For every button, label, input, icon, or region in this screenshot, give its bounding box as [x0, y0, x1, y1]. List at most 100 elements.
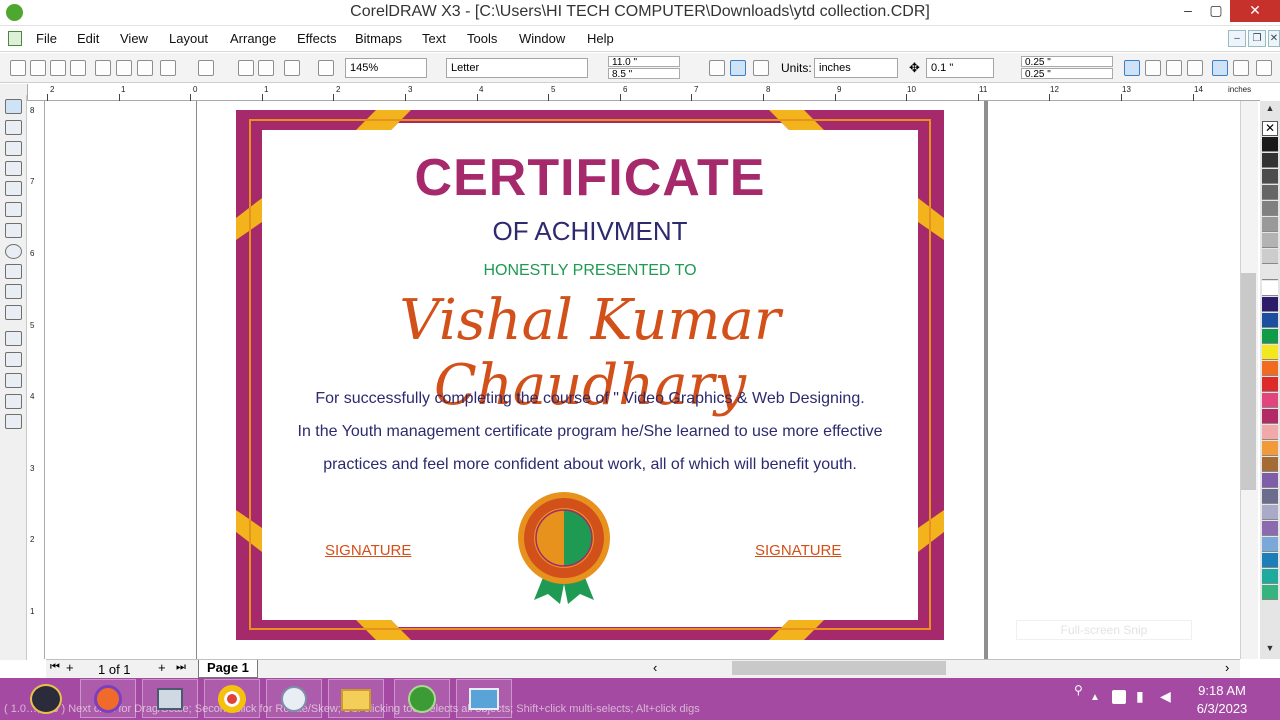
- taskbar-chrome-icon[interactable]: [204, 679, 260, 718]
- taskbar-photos-icon[interactable]: [456, 679, 512, 718]
- menu-layout[interactable]: Layout: [169, 31, 208, 46]
- menu-file[interactable]: File: [36, 31, 57, 46]
- paper-type-select[interactable]: Letter: [446, 58, 588, 78]
- taskbar-coreldraw-icon[interactable]: [394, 679, 450, 718]
- first-page-icon[interactable]: ⏮: [50, 661, 60, 674]
- color-swatch[interactable]: [1262, 361, 1278, 376]
- color-swatch[interactable]: [1262, 489, 1278, 504]
- color-swatch[interactable]: [1262, 217, 1278, 232]
- color-swatch[interactable]: [1262, 137, 1278, 152]
- menu-bitmaps[interactable]: Bitmaps: [355, 31, 402, 46]
- clock-date[interactable]: 6/3/2023: [1196, 701, 1248, 716]
- color-swatch[interactable]: [1262, 281, 1278, 296]
- crop-tool-icon[interactable]: [5, 141, 22, 156]
- basic-shapes-tool-icon[interactable]: [5, 284, 22, 299]
- color-swatch[interactable]: [1262, 409, 1278, 424]
- zoom-levels-select[interactable]: 145%: [345, 58, 427, 78]
- tray-network-icon[interactable]: ⚲: [1074, 683, 1090, 697]
- menu-effects[interactable]: Effects: [297, 31, 337, 46]
- outline-tool-icon[interactable]: [5, 373, 22, 388]
- nudge-offset-field[interactable]: 0.1 ": [926, 58, 994, 78]
- text-tool-icon[interactable]: [5, 305, 22, 320]
- add-page-after-icon[interactable]: +: [158, 660, 166, 675]
- doc-restore-button[interactable]: ❐: [1248, 30, 1266, 47]
- ellipse-tool-icon[interactable]: [5, 244, 22, 259]
- color-swatch[interactable]: [1262, 345, 1278, 360]
- portrait-icon[interactable]: [709, 60, 725, 76]
- color-swatch[interactable]: [1262, 553, 1278, 568]
- color-swatch[interactable]: [1262, 313, 1278, 328]
- color-swatch[interactable]: [1262, 169, 1278, 184]
- tray-expand-icon[interactable]: ▲: [1090, 692, 1100, 703]
- horizontal-scroll-thumb[interactable]: [732, 661, 946, 675]
- tools-options-icon[interactable]: [1256, 60, 1272, 76]
- color-swatch[interactable]: [1262, 585, 1278, 600]
- clock-time[interactable]: 9:18 AM: [1196, 683, 1248, 698]
- color-swatch[interactable]: [1262, 201, 1278, 216]
- color-swatch[interactable]: [1262, 521, 1278, 536]
- interactive-fill-tool-icon[interactable]: [5, 414, 22, 429]
- copy-icon[interactable]: [116, 60, 132, 76]
- color-swatch[interactable]: [1262, 297, 1278, 312]
- color-swatch[interactable]: [1262, 441, 1278, 456]
- start-button[interactable]: [18, 679, 74, 718]
- application-launcher-icon[interactable]: [284, 60, 300, 76]
- color-swatch[interactable]: [1262, 329, 1278, 344]
- taskbar-firefox-icon[interactable]: [80, 679, 136, 718]
- pick-tool-icon[interactable]: [5, 99, 22, 114]
- doc-minimize-button[interactable]: –: [1228, 30, 1246, 47]
- color-swatch[interactable]: [1262, 393, 1278, 408]
- color-swatch[interactable]: [1262, 457, 1278, 472]
- color-swatch[interactable]: [1262, 505, 1278, 520]
- vertical-scroll-thumb[interactable]: [1241, 273, 1256, 490]
- palette-scroll-up-icon[interactable]: ▲: [1262, 103, 1278, 117]
- print-icon[interactable]: [70, 60, 86, 76]
- snap-to-guidelines-icon[interactable]: [1145, 60, 1161, 76]
- scroll-right-icon[interactable]: ›: [1225, 660, 1229, 675]
- menu-window[interactable]: Window: [519, 31, 565, 46]
- color-swatch[interactable]: [1262, 249, 1278, 264]
- fill-tool-icon[interactable]: [5, 394, 22, 409]
- paper-width-field[interactable]: 11.0 ": [608, 56, 680, 68]
- eyedropper-tool-icon[interactable]: [5, 352, 22, 367]
- no-color-swatch[interactable]: ✕: [1262, 121, 1278, 136]
- menu-help[interactable]: Help: [587, 31, 614, 46]
- color-swatch[interactable]: [1262, 233, 1278, 248]
- open-icon[interactable]: [30, 60, 46, 76]
- export-icon[interactable]: [258, 60, 274, 76]
- color-swatch[interactable]: [1262, 377, 1278, 392]
- corel-online-icon[interactable]: [318, 60, 334, 76]
- menu-text[interactable]: Text: [422, 31, 446, 46]
- menu-view[interactable]: View: [120, 31, 148, 46]
- color-swatch[interactable]: [1262, 537, 1278, 552]
- snap-to-grid-icon[interactable]: [1124, 60, 1140, 76]
- document-icon[interactable]: [8, 31, 22, 46]
- color-swatch[interactable]: [1262, 425, 1278, 440]
- taskbar-computer-icon[interactable]: [142, 679, 198, 718]
- paper-height-field[interactable]: 8.5 ": [608, 68, 680, 80]
- menu-edit[interactable]: Edit: [77, 31, 99, 46]
- smart-fill-tool-icon[interactable]: [5, 202, 22, 217]
- tray-signal-icon[interactable]: ▮: [1136, 688, 1144, 705]
- doc-close-button[interactable]: ✕: [1268, 30, 1280, 47]
- interactive-blend-tool-icon[interactable]: [5, 331, 22, 346]
- certificate[interactable]: CERTIFICATE OF ACHIVMENT HONESTLY PRESEN…: [236, 110, 944, 640]
- treat-as-filled-icon[interactable]: [1212, 60, 1228, 76]
- duplicate-x-field[interactable]: 0.25 ": [1021, 56, 1113, 68]
- color-swatch[interactable]: [1262, 473, 1278, 488]
- scroll-left-icon[interactable]: ‹: [653, 660, 657, 675]
- color-swatch[interactable]: [1262, 569, 1278, 584]
- duplicate-y-field[interactable]: 0.25 ": [1021, 68, 1113, 80]
- freehand-tool-icon[interactable]: [5, 181, 22, 196]
- new-icon[interactable]: [10, 60, 26, 76]
- close-button[interactable]: ✕: [1230, 0, 1280, 22]
- all-pages-icon[interactable]: [753, 60, 769, 76]
- units-select[interactable]: inches: [814, 58, 898, 78]
- color-swatch[interactable]: [1262, 185, 1278, 200]
- menu-tools[interactable]: Tools: [467, 31, 497, 46]
- add-page-before-icon[interactable]: +: [66, 660, 74, 675]
- save-icon[interactable]: [50, 60, 66, 76]
- taskbar-paint-icon[interactable]: [266, 679, 322, 718]
- landscape-icon[interactable]: [730, 60, 746, 76]
- paste-icon[interactable]: [137, 60, 153, 76]
